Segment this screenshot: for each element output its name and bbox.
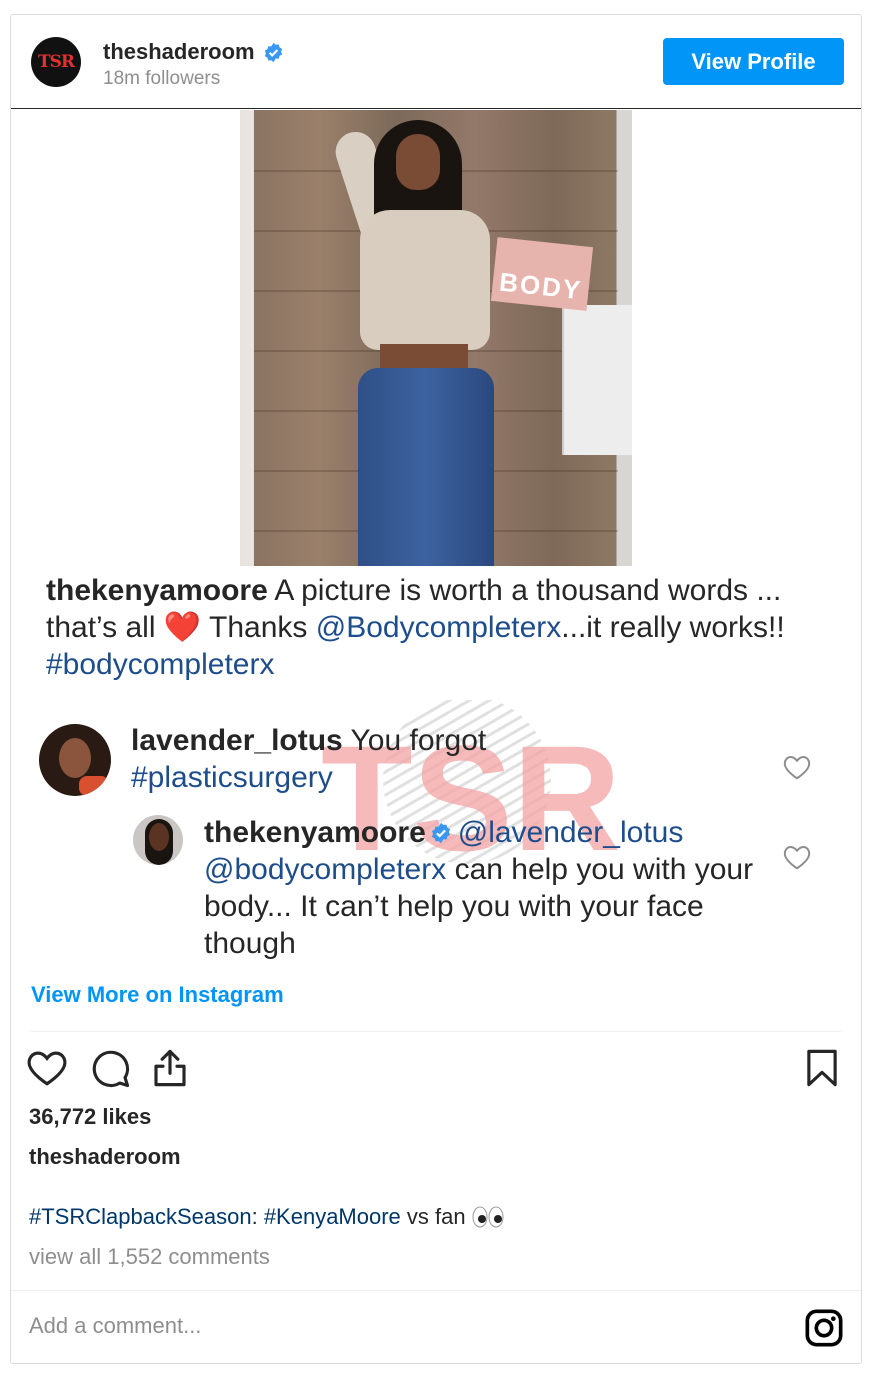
view-profile-button[interactable]: View Profile (663, 38, 844, 85)
commenter-avatar-2[interactable] (133, 815, 183, 865)
view-more-on-instagram-link[interactable]: View More on Instagram (31, 982, 284, 1008)
divider (31, 1031, 841, 1032)
comment-2-author[interactable]: thekenyamoore (204, 816, 426, 849)
caption-hashtag-2[interactable]: #KenyaMoore (264, 1204, 401, 1229)
verified-badge-icon (431, 822, 450, 844)
comment-2: thekenyamoore @lavender_lotus @bodycomple… (204, 816, 754, 960)
share-icon[interactable] (149, 1047, 191, 1089)
follower-count: 18m followers (103, 68, 221, 89)
comment-icon[interactable] (89, 1047, 131, 1089)
post-header: TSR theshaderoom 18m followers View Prof… (11, 15, 861, 109)
divider (11, 1290, 861, 1291)
view-all-comments-link[interactable]: view all 1,552 comments (29, 1244, 270, 1270)
comment-2-mention-1[interactable]: @lavender_lotus (458, 816, 684, 849)
profile-username[interactable]: theshaderoom (103, 39, 284, 65)
caption-author[interactable]: thekenyamoore (46, 574, 268, 607)
caption-hashtag[interactable]: #bodycompleterx (46, 648, 274, 681)
comment-2-heart-icon[interactable] (782, 843, 812, 871)
heart-emoji: ❤️ (163, 611, 202, 644)
instagram-icon[interactable] (804, 1308, 844, 1348)
commenter-avatar-1[interactable] (39, 724, 111, 796)
caption-hashtag-1[interactable]: #TSRClapbackSeason (29, 1204, 252, 1229)
product-box: BODY (490, 237, 594, 311)
caption-mention[interactable]: @Bodycompleterx (316, 611, 562, 644)
bookmark-icon[interactable] (801, 1047, 843, 1089)
username-text: theshaderoom (103, 39, 255, 64)
add-comment-input[interactable] (29, 1313, 729, 1339)
post-media[interactable]: BODY TSR thekenyamoore A picture is wort… (11, 110, 861, 980)
post-photo: BODY (240, 110, 632, 566)
post-caption: #TSRClapbackSeason: #KenyaMoore vs fan (29, 1204, 504, 1230)
verified-badge-icon (264, 42, 282, 62)
comment-1-author[interactable]: lavender_lotus (131, 724, 343, 757)
comment-1: lavender_lotus You forgot #plasticsurger… (131, 724, 487, 794)
post-caption-text: thekenyamoore A picture is worth a thous… (46, 574, 785, 681)
tsr-logo: TSR (37, 52, 75, 72)
heart-icon[interactable] (26, 1047, 68, 1089)
comment-1-heart-icon[interactable] (782, 753, 812, 781)
comment-1-hashtag[interactable]: #plasticsurgery (131, 761, 333, 794)
post-owner-username[interactable]: theshaderoom (29, 1144, 181, 1170)
comment-2-mention-2[interactable]: @bodycompleterx (204, 853, 446, 886)
eyes-emoji-icon (472, 1206, 504, 1228)
action-bar (11, 1047, 861, 1091)
profile-avatar[interactable]: TSR (31, 37, 81, 87)
instagram-embed-card: TSR theshaderoom 18m followers View Prof… (10, 14, 862, 1364)
like-count[interactable]: 36,772 likes (29, 1104, 151, 1130)
